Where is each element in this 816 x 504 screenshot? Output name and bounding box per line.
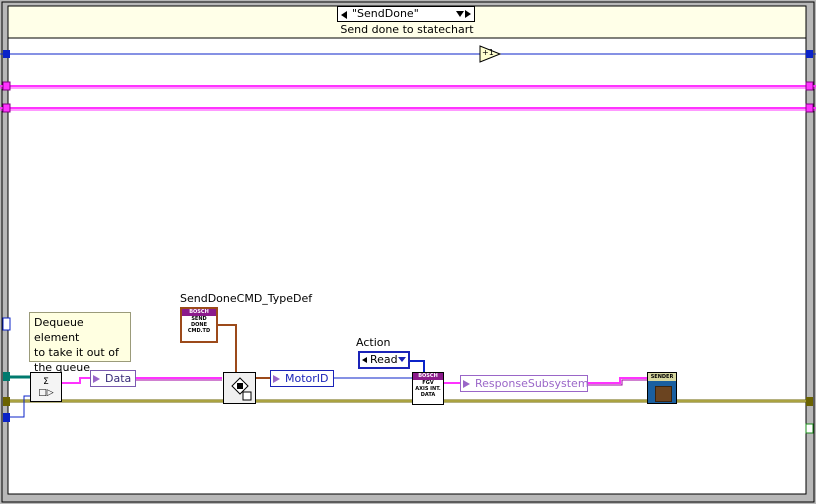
bosch-logo-icon: BOSCH [413, 373, 443, 380]
case-dropdown-icon[interactable] [456, 11, 464, 17]
response-subsystem-element[interactable]: ResponseSubsystem [460, 375, 589, 392]
tunnel-left-cluster-2[interactable] [2, 103, 11, 113]
fgv-axis-data-subvi[interactable]: BOSCH FGV AXIS INT. DATA [412, 372, 444, 405]
typedef-label: SendDoneCMD_TypeDef [180, 292, 313, 305]
block-diagram-canvas [0, 0, 816, 504]
tunnel-left-cluster-1[interactable] [2, 81, 11, 91]
tunnel-left-boolean[interactable] [3, 413, 10, 422]
typedef-constant[interactable]: BOSCH SEND DONE CMD.TD [180, 307, 218, 343]
sender-header: SENDER [648, 373, 676, 381]
dequeue-element-node[interactable]: Σ □▷ [30, 372, 62, 402]
tunnel-left-error[interactable] [2, 317, 11, 331]
dequeue-icon: Σ □▷ [38, 377, 54, 398]
action-label: Action [356, 336, 391, 349]
variant-to-data-node[interactable] [223, 372, 256, 404]
tunnel-right-iteration[interactable] [806, 50, 813, 58]
send-to-statechart-subvi[interactable]: SENDER [647, 372, 677, 404]
action-enum-constant[interactable]: Read [358, 351, 410, 369]
case-selector[interactable]: "SendDone" [337, 6, 475, 22]
box-icon [655, 386, 672, 402]
case-next-icon[interactable] [465, 10, 471, 18]
tunnel-left-iteration[interactable] [3, 50, 10, 58]
action-enum-value: Read [370, 353, 398, 366]
unbundle-data-element[interactable]: Data [90, 370, 136, 387]
tunnel-right-error[interactable] [806, 397, 813, 406]
tunnel-right-cluster-1[interactable] [805, 81, 814, 91]
increment-label: +1 [482, 48, 494, 57]
case-selector-value: "SendDone" [352, 7, 419, 20]
enum-decrement-icon[interactable] [362, 357, 367, 363]
dequeue-comment: Dequeue element to take it out of the qu… [29, 312, 131, 374]
variant-to-data-icon [231, 377, 252, 401]
typedef-icon: SEND DONE CMD.TD [187, 316, 211, 334]
enum-dropdown-icon[interactable] [398, 357, 406, 362]
tunnel-left-error-cluster[interactable] [3, 397, 10, 406]
tunnel-right-boolean[interactable] [805, 423, 814, 434]
case-prev-icon[interactable] [341, 11, 347, 19]
case-subdiagram[interactable] [7, 37, 807, 495]
unbundle-motorid-element[interactable]: MotorID [270, 370, 334, 387]
fgv-icon: FGV AXIS INT. DATA [415, 380, 441, 398]
bosch-logo-icon: BOSCH [182, 309, 216, 316]
tunnel-left-queue[interactable] [3, 372, 10, 381]
subdiagram-label: Send done to statechart [340, 23, 474, 36]
tunnel-right-cluster-2[interactable] [805, 103, 814, 113]
